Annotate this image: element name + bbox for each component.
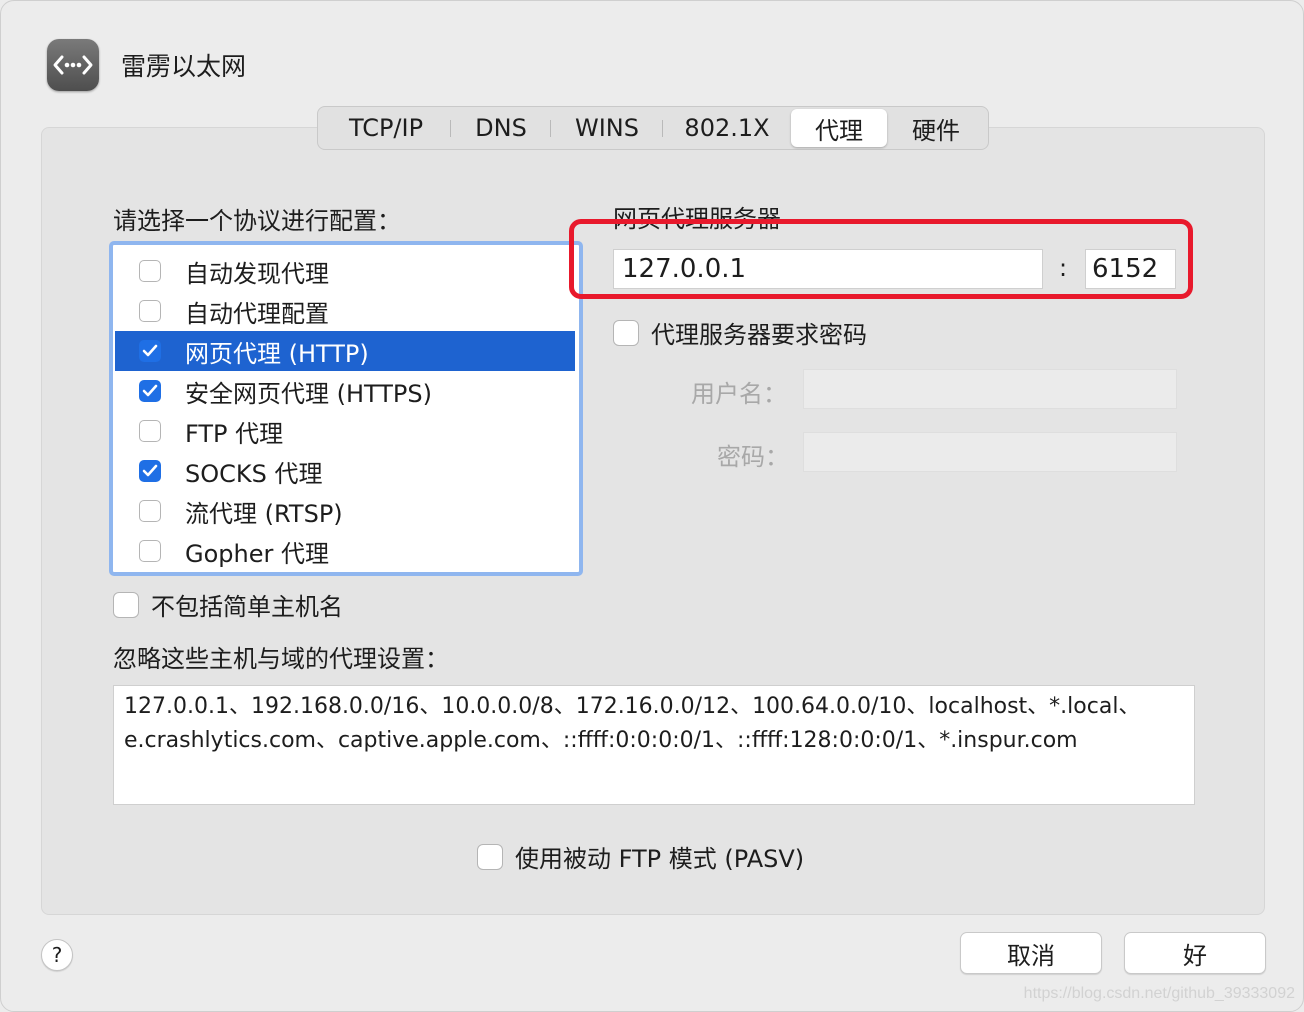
tab-bar: TCP/IP DNS WINS 802.1X 代理 硬件 [317,106,989,150]
exclude-simple-hostnames-checkbox[interactable] [113,591,139,618]
protocol-item-https[interactable]: 安全网页代理 (HTTPS) [115,371,575,411]
protocol-label: 自动代理配置 [185,299,329,328]
protocol-label: FTP 代理 [185,419,284,448]
password-field[interactable] [803,432,1177,472]
watermark-text: https://blog.csdn.net/github_39333092 [1023,985,1295,1002]
bypass-line: 127.0.0.1、192.168.0.0/16、10.0.0.0/8、172.… [124,694,1141,719]
exclude-simple-hostnames-row[interactable]: 不包括简单主机名 [113,587,343,622]
pasv-row[interactable]: 使用被动 FTP 模式 (PASV) [477,839,804,874]
protocol-list[interactable]: 自动发现代理 自动代理配置 网页代理 (HTTP) 安全网页代理 (HTTPS)… [109,241,583,576]
protocol-checkbox[interactable] [139,500,161,522]
protocol-item-rtsp[interactable]: 流代理 (RTSP) [115,491,575,531]
protocol-checkbox[interactable] [139,460,161,482]
bypass-hosts-textarea[interactable]: 127.0.0.1、192.168.0.0/16、10.0.0.0/8、172.… [113,685,1195,805]
cancel-button[interactable]: 取消 [960,932,1102,974]
protocol-label: 网页代理 (HTTP) [185,339,369,368]
protocol-label: Gopher 代理 [185,539,329,568]
tab-hardware[interactable]: 硬件 [887,109,985,147]
require-password-row[interactable]: 代理服务器要求密码 [613,315,867,350]
checkmark-icon [142,344,158,357]
tab-proxy[interactable]: 代理 [791,109,887,147]
bypass-heading: 忽略这些主机与域的代理设置： [113,645,449,673]
protocol-item-auto-discovery[interactable]: 自动发现代理 [115,251,575,291]
pasv-label: 使用被动 FTP 模式 (PASV) [515,845,805,873]
annotation-highlight-box [569,219,1193,299]
pasv-checkbox[interactable] [477,843,503,870]
password-label: 密码： [717,443,789,471]
protocol-item-gopher[interactable]: Gopher 代理 [115,531,575,571]
protocol-checkbox[interactable] [139,420,161,442]
protocol-checkbox[interactable] [139,340,161,362]
protocol-label: 流代理 (RTSP) [185,499,343,528]
protocol-item-http[interactable]: 网页代理 (HTTP) [115,331,575,371]
require-password-checkbox[interactable] [613,319,639,346]
help-button[interactable]: ? [41,939,73,971]
require-password-label: 代理服务器要求密码 [651,321,867,349]
protocol-checkbox[interactable] [139,300,161,322]
protocol-label: SOCKS 代理 [185,459,323,488]
protocol-checkbox[interactable] [139,380,161,402]
network-ethernet-icon [47,39,99,91]
username-field[interactable] [803,369,1177,409]
protocol-checkbox[interactable] [139,260,161,282]
tab-tcpip[interactable]: TCP/IP [321,109,451,147]
window-title: 雷雳以太网 [121,52,247,81]
tab-8021x[interactable]: 802.1X [663,109,791,147]
exclude-simple-hostnames-label: 不包括简单主机名 [151,593,343,621]
protocol-label: 安全网页代理 (HTTPS) [185,379,433,408]
protocol-item-auto-config[interactable]: 自动代理配置 [115,291,575,331]
bypass-line: e.crashlytics.com、captive.apple.com、::ff… [124,728,1078,753]
ok-button[interactable]: 好 [1124,932,1266,974]
protocol-item-ftp[interactable]: FTP 代理 [115,411,575,451]
tab-wins[interactable]: WINS [551,109,663,147]
protocol-list-heading: 请选择一个协议进行配置： [113,207,401,235]
protocol-label: 自动发现代理 [185,259,329,288]
protocol-item-socks[interactable]: SOCKS 代理 [115,451,575,491]
checkmark-icon [142,464,158,477]
protocol-checkbox[interactable] [139,540,161,562]
network-preferences-window: 雷雳以太网 TCP/IP DNS WINS 802.1X 代理 硬件 请选择一个… [0,0,1304,1012]
checkmark-icon [142,384,158,397]
username-label: 用户名： [691,380,787,408]
tab-dns[interactable]: DNS [451,109,551,147]
